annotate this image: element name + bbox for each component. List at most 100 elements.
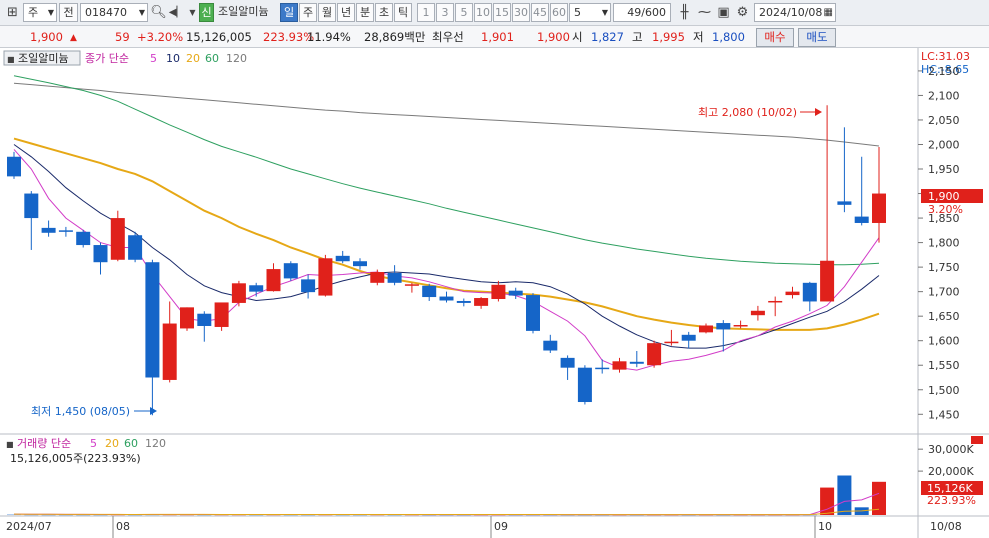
legend-ma10: 10 — [166, 52, 180, 65]
volume-value: 15,126,005 — [186, 30, 252, 44]
volume-scale-marker — [971, 436, 983, 444]
interval-15[interactable]: 15 — [493, 3, 511, 22]
x-axis-label: 2024/07 — [6, 520, 52, 533]
price-tick-label: 1,550 — [928, 359, 960, 372]
candle-body — [508, 290, 523, 296]
interval-10[interactable]: 10 — [474, 3, 492, 22]
legend-ma60: 60 — [205, 52, 219, 65]
date-value: 2024/10/08 — [759, 6, 823, 19]
candle[interactable] — [526, 293, 540, 334]
tab-5[interactable]: 초 — [375, 3, 393, 22]
candle[interactable] — [76, 229, 91, 248]
tab-4[interactable]: 분 — [356, 3, 374, 22]
candle-body — [854, 216, 869, 223]
chevron-down-icon: ▼ — [47, 8, 54, 17]
count-input[interactable]: 49/600 — [613, 3, 671, 22]
price-tick-label: 2,050 — [928, 114, 960, 127]
candle-body — [543, 340, 558, 351]
tab-0[interactable]: 일 — [280, 3, 298, 22]
price-tick-label: 1,600 — [928, 335, 960, 348]
candle-body — [24, 193, 39, 219]
date-input[interactable]: 2024/10/08 ▦ — [754, 3, 836, 22]
market-select-value: 주 — [28, 6, 39, 19]
x-axis-label: 10 — [818, 520, 832, 533]
period-type-button[interactable]: 전 — [59, 3, 78, 22]
line-chart-icon[interactable]: ⁓ — [696, 4, 713, 21]
quote-bar: 1,900 ▲ 59 +3.20% 15,126,005 223.93% 11.… — [0, 26, 989, 48]
volume-legend-ma20: 20 — [105, 437, 119, 450]
price-tick-label: 1,700 — [928, 286, 960, 299]
candle-body — [526, 295, 540, 331]
price-tick-label: 1,450 — [928, 408, 960, 421]
stock-chart[interactable]: ■ 조일알미늄 종가 단순 5 10 20 60 120 ■ 거래량 단순 5 … — [0, 48, 989, 538]
price-change-pct: +3.20% — [137, 30, 184, 44]
candle[interactable] — [283, 261, 298, 281]
candle-body — [733, 325, 748, 327]
candle-body — [214, 302, 229, 327]
candle[interactable] — [110, 210, 125, 262]
candle-body — [474, 298, 489, 306]
candle-body — [180, 307, 194, 329]
tab-3[interactable]: 년 — [337, 3, 355, 22]
high-label: 고 — [632, 30, 643, 44]
interval-45[interactable]: 45 — [531, 3, 549, 22]
candle-body — [612, 361, 627, 370]
market-select[interactable]: 주 ▼ — [23, 3, 57, 22]
x-axis-label: 08 — [116, 520, 130, 533]
speaker-icon[interactable]: ◀▏ — [168, 4, 185, 21]
interval-60[interactable]: 60 — [550, 3, 568, 22]
current-price-label: 1,900 — [928, 190, 960, 203]
legend-ma-label: 종가 단순 — [85, 52, 129, 65]
volume-legend-value: 15,126,005주(223.93%) — [10, 452, 141, 465]
candle[interactable] — [577, 365, 592, 405]
candle-body — [872, 193, 886, 223]
price-change: 59 — [115, 30, 130, 44]
candle-body — [629, 361, 644, 364]
legend-ma120: 120 — [226, 52, 247, 65]
volume-tick-label: 30,000K — [928, 443, 974, 456]
candle-body — [664, 341, 679, 344]
tab-6[interactable]: 틱 — [394, 3, 412, 22]
candle[interactable] — [647, 340, 662, 368]
candle-body — [422, 285, 437, 298]
candle-icon[interactable]: ╫ — [676, 4, 693, 21]
stock-code-input[interactable]: 018470 ▼ — [80, 3, 148, 22]
save-icon[interactable]: ▣ — [715, 4, 732, 21]
candle[interactable] — [180, 307, 194, 331]
price-tick-label: 1,500 — [928, 384, 960, 397]
candle-body — [595, 367, 610, 370]
candle-body — [162, 323, 177, 380]
calendar-icon: ▦ — [823, 7, 833, 18]
tab-1[interactable]: 주 — [299, 3, 317, 22]
interval-3[interactable]: 3 — [436, 3, 454, 22]
candle-body — [318, 258, 333, 296]
candle-body — [266, 269, 281, 292]
price-tick-label: 1,750 — [928, 261, 960, 274]
legend-square-icon: ■ — [7, 55, 15, 64]
candle[interactable] — [231, 280, 246, 307]
candle[interactable] — [318, 254, 333, 297]
x-axis-label: 09 — [494, 520, 508, 533]
price-tick-label: 1,800 — [928, 237, 960, 250]
interval-select-value: 5 — [574, 6, 581, 19]
candle-body — [7, 156, 21, 177]
candle-body — [681, 334, 696, 341]
candle-body — [283, 263, 298, 279]
sell-button[interactable]: 매도 — [798, 28, 836, 47]
interval-5[interactable]: 5 — [455, 3, 473, 22]
high-price: 1,995 — [652, 30, 685, 44]
interval-select[interactable]: 5 ▼ — [569, 3, 611, 22]
tab-2[interactable]: 월 — [318, 3, 336, 22]
volume-legend-ma60: 60 — [124, 437, 138, 450]
interval-1[interactable]: 1 — [417, 3, 435, 22]
candle-body — [456, 300, 471, 303]
search-icon[interactable]: 🔍︎ — [150, 4, 167, 21]
candle[interactable] — [128, 231, 143, 263]
interval-30[interactable]: 30 — [512, 3, 530, 22]
gear-icon[interactable]: ⚙ — [734, 4, 751, 21]
candle[interactable] — [214, 302, 229, 331]
layout-icon[interactable]: ⊞ — [4, 4, 21, 21]
buy-button[interactable]: 매수 — [756, 28, 794, 47]
shin-badge: 신 — [199, 3, 214, 22]
low-price: 1,800 — [712, 30, 745, 44]
